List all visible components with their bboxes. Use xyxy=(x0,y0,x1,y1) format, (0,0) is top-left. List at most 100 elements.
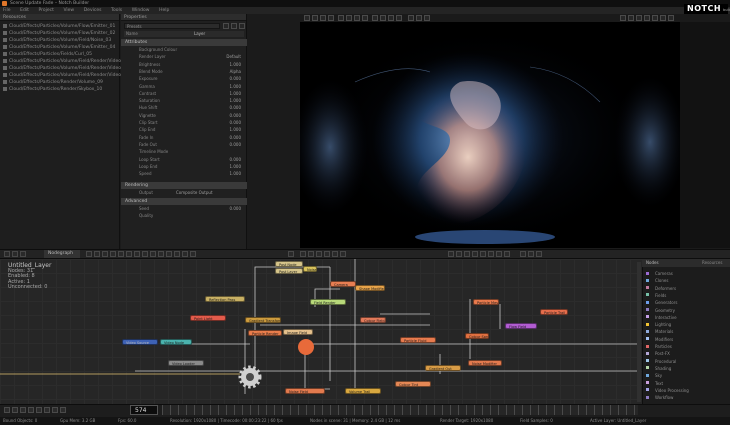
split-view-icon[interactable] xyxy=(416,15,422,21)
graph-node[interactable]: Post Node xyxy=(275,261,303,267)
prev-keyframe-icon[interactable] xyxy=(448,251,454,257)
preset-dropdown[interactable]: Presets xyxy=(124,23,220,29)
next-keyframe-icon[interactable] xyxy=(496,251,502,257)
filter-icon[interactable] xyxy=(182,251,188,257)
snap-icon[interactable] xyxy=(520,251,526,257)
graph-node[interactable]: Shape Modifier xyxy=(355,285,385,291)
menu-file[interactable]: File xyxy=(3,8,11,13)
section-advanced[interactable]: Advanced xyxy=(121,198,247,205)
resource-item[interactable]: Cloud/Effects/Particles/Volume/Flow/Emit… xyxy=(3,23,115,30)
add-node-icon[interactable] xyxy=(86,251,92,257)
cut-icon[interactable] xyxy=(118,251,124,257)
property-value[interactable]: 1.000 xyxy=(230,98,241,105)
property-row[interactable]: Render Layer Default xyxy=(121,54,247,61)
resource-item[interactable]: Cloud/Effects/Particles/Volume/Flow/Emit… xyxy=(3,30,115,37)
group-node-icon[interactable] xyxy=(94,251,100,257)
settings-icon[interactable] xyxy=(190,251,196,257)
screenshot-icon[interactable] xyxy=(660,15,666,21)
property-row[interactable]: Fade In 0.000 xyxy=(121,135,247,142)
property-row[interactable]: Brightness 1.000 xyxy=(121,62,247,69)
property-row[interactable]: Timeline Mode xyxy=(121,149,247,156)
tab-nodegraph[interactable]: Nodegraph xyxy=(44,250,80,258)
forward-icon[interactable] xyxy=(488,251,494,257)
fit-view-icon[interactable] xyxy=(636,15,642,21)
search-icon[interactable] xyxy=(142,251,148,257)
copy-icon[interactable] xyxy=(126,251,132,257)
property-row[interactable]: Vignette 0.000 xyxy=(121,113,247,120)
property-value[interactable]: 0.000 xyxy=(230,113,241,120)
graph-node[interactable]: Post Layer xyxy=(275,268,303,274)
property-row[interactable]: Quality xyxy=(121,213,247,220)
timeline-record-icon[interactable] xyxy=(52,407,58,413)
graph-node[interactable]: Particle Trail xyxy=(540,309,568,315)
stats-icon[interactable] xyxy=(396,15,402,21)
property-row[interactable]: Clip Start 0.000 xyxy=(121,120,247,127)
grid-toggle-icon[interactable] xyxy=(354,15,360,21)
delete-node-icon[interactable] xyxy=(110,251,116,257)
property-row[interactable]: Fade Out 0.000 xyxy=(121,142,247,149)
viewport-settings-icon[interactable] xyxy=(668,15,674,21)
graph-node[interactable]: Noise Field xyxy=(285,388,325,394)
property-value[interactable]: 0.000 xyxy=(230,120,241,127)
menu-tools[interactable]: Tools xyxy=(111,8,122,13)
add-preset-button[interactable] xyxy=(223,23,229,29)
timeline-loop-icon[interactable] xyxy=(44,407,50,413)
graph-node[interactable]: Gradient Transform xyxy=(245,317,281,323)
layout-icon[interactable] xyxy=(408,15,414,21)
property-value[interactable]: Alpha xyxy=(230,69,241,76)
graph-node[interactable]: Flow Field xyxy=(505,323,537,329)
skip-end-icon[interactable] xyxy=(332,251,338,257)
graph-node[interactable]: Video Loader xyxy=(168,360,204,366)
resource-item[interactable]: Cloud/Effects/Particles/Volume/Flow/Emit… xyxy=(3,44,115,51)
toggle-preview-icon[interactable] xyxy=(288,251,294,257)
zoom-timeline-icon[interactable] xyxy=(536,251,542,257)
timeline-start-icon[interactable] xyxy=(4,407,10,413)
current-frame-field[interactable]: 574 xyxy=(130,405,158,415)
step-forward-icon[interactable] xyxy=(324,251,330,257)
timeline-prev-icon[interactable] xyxy=(12,407,18,413)
align-node-icon[interactable] xyxy=(102,251,108,257)
root-node-icon[interactable] xyxy=(298,339,314,355)
scale-tool-icon[interactable] xyxy=(328,15,334,21)
property-value[interactable]: 0.000 xyxy=(230,76,241,83)
record-icon[interactable] xyxy=(504,251,510,257)
property-row[interactable]: Speed 1.000 xyxy=(121,171,247,178)
property-value[interactable]: 1.000 xyxy=(230,171,241,178)
graph-node[interactable]: Particle Mesh xyxy=(473,299,499,305)
timeline-marker-icon[interactable] xyxy=(60,407,66,413)
graph-node[interactable]: Particle Fluid xyxy=(400,337,436,343)
layout-nodes-icon[interactable] xyxy=(158,251,164,257)
graph-node[interactable]: Gradient Out xyxy=(425,365,461,371)
menu-view[interactable]: View xyxy=(63,8,74,13)
property-row[interactable]: Gamma 1.000 xyxy=(121,84,247,91)
safe-area-icon[interactable] xyxy=(644,15,650,21)
property-value[interactable]: 1.000 xyxy=(230,62,241,69)
graph-node[interactable]: Noise Modifier xyxy=(468,360,502,366)
pause-icon[interactable] xyxy=(480,251,486,257)
resource-item[interactable]: Cloud/Effects/Particles/Volume/Field/Noi… xyxy=(3,37,111,44)
timeline-play-icon[interactable] xyxy=(20,407,26,413)
graph-node[interactable]: Camera xyxy=(330,281,356,287)
property-row[interactable]: Clip End 1.000 xyxy=(121,127,247,134)
menu-edit[interactable]: Edit xyxy=(20,8,29,13)
property-value[interactable]: 1.000 xyxy=(230,127,241,134)
graph-node[interactable]: Field Render xyxy=(310,299,346,305)
name-value[interactable]: Layer xyxy=(194,31,205,37)
nodegraph-menu-icon[interactable] xyxy=(4,251,10,257)
resource-item[interactable]: Cloud/Effects/Particles/Volume/Field/Ren… xyxy=(3,72,129,79)
play-icon[interactable] xyxy=(316,251,322,257)
step-back-icon[interactable] xyxy=(308,251,314,257)
aspect-icon[interactable] xyxy=(652,15,658,21)
property-value[interactable]: 1.000 xyxy=(230,84,241,91)
property-value[interactable]: Default xyxy=(226,54,241,61)
tab-library-nodes[interactable]: Nodes xyxy=(646,259,659,267)
bookmark-icon[interactable] xyxy=(174,251,180,257)
timeline-ruler[interactable] xyxy=(162,405,638,415)
graph-node[interactable]: Colour Field xyxy=(360,317,386,323)
property-row[interactable]: Saturation 1.000 xyxy=(121,98,247,105)
section-attributes[interactable]: Attributes xyxy=(121,39,247,46)
graph-node[interactable]: Video Node xyxy=(160,339,192,345)
skip-start-icon[interactable] xyxy=(300,251,306,257)
wireframe-icon[interactable] xyxy=(380,15,386,21)
nodegraph-scrollbar[interactable] xyxy=(637,262,641,402)
